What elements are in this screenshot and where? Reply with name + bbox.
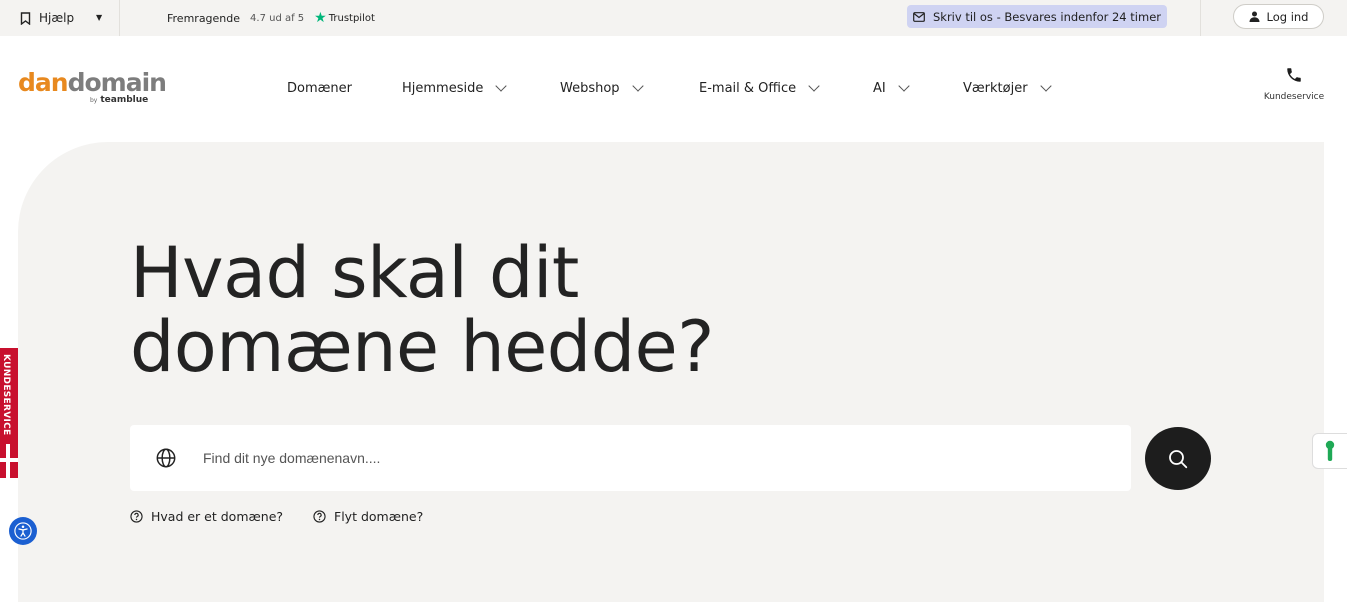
trustpilot-rating[interactable]: Fremragende 4.7 ud af 5 ★ Trustpilot [167, 0, 375, 36]
chevron-down-icon [1039, 80, 1052, 92]
write-us-button[interactable]: Skriv til os - Besvares indenfor 24 time… [907, 5, 1167, 28]
nav-item-hjemmeside[interactable]: Hjemmeside [402, 78, 508, 98]
mail-icon [913, 11, 925, 22]
write-us-label: Skriv til os - Besvares indenfor 24 time… [932, 9, 1161, 24]
help-link-label: Flyt domæne? [334, 509, 424, 524]
login-button[interactable]: Log ind [1233, 4, 1324, 29]
chevron-down-icon [631, 80, 644, 92]
nav-label: Værktøjer [963, 80, 1028, 96]
help-dropdown[interactable]: Hjælp ▼ [0, 0, 120, 36]
question-circle-icon [130, 510, 143, 523]
domain-help-links: Hvad er et domæne? Flyt domæne? [130, 509, 423, 524]
customer-service-link[interactable]: Kundeservice [1262, 66, 1326, 102]
logo-byline: by teamblue [90, 95, 149, 105]
main-navigation: dandomain by teamblue Domæner Hjemmeside … [0, 36, 1347, 142]
nav-item-webshop[interactable]: Webshop [560, 78, 644, 98]
privacy-widget-button[interactable] [1312, 433, 1347, 469]
rating-score: 4.7 ud af 5 [250, 12, 305, 24]
nav-label: AI [873, 80, 886, 96]
nav-item-ai[interactable]: AI [873, 78, 910, 98]
domain-search-input[interactable] [203, 450, 1103, 466]
customer-service-side-tab[interactable]: KUNDESERVICE [0, 348, 18, 478]
search-button[interactable] [1145, 427, 1211, 490]
question-circle-icon [313, 510, 326, 523]
danish-flag-icon [0, 444, 18, 478]
what-is-domain-link[interactable]: Hvad er et domæne? [130, 509, 283, 524]
help-link-label: Hvad er et domæne? [151, 509, 284, 524]
help-label: Hjælp [39, 11, 75, 25]
login-label: Log ind [1266, 9, 1309, 24]
user-icon [1249, 11, 1259, 22]
caret-down-icon: ▼ [96, 13, 103, 22]
nav-label: Hjemmeside [402, 80, 484, 96]
accessibility-button[interactable] [9, 517, 37, 545]
accessibility-icon [14, 522, 32, 540]
nav-item-domaener[interactable]: Domæner [287, 78, 352, 98]
phone-icon [1287, 68, 1301, 82]
rating-label: Fremragende [167, 11, 241, 25]
trustpilot-logo: ★ Trustpilot [314, 11, 375, 25]
nav-label: E-mail & Office [699, 80, 797, 96]
nav-item-email-office[interactable]: E-mail & Office [699, 78, 820, 98]
headline-line-2: domæne hedde? [130, 306, 714, 388]
search-icon [1169, 449, 1188, 468]
nav-label: Webshop [560, 80, 620, 96]
bookmark-icon [20, 11, 31, 25]
headline-line-1: Hvad skal dit [130, 232, 579, 314]
chevron-down-icon [808, 80, 820, 92]
domain-search-box [130, 425, 1131, 491]
globe-icon [156, 448, 176, 468]
nav-item-vaerktoejer[interactable]: Værktøjer [963, 78, 1052, 98]
side-tab-label: KUNDESERVICE [1, 354, 11, 436]
keyhole-icon [1325, 440, 1335, 461]
topbar-divider [1200, 0, 1201, 36]
chevron-down-icon [898, 80, 910, 92]
logo-wordmark: dandomain [18, 68, 167, 97]
support-label: Kundeservice [1263, 92, 1325, 102]
top-utility-bar: Hjælp ▼ Fremragende 4.7 ud af 5 ★ Trustp… [0, 0, 1347, 36]
nav-label: Domæner [287, 80, 352, 96]
dandomain-logo[interactable]: dandomain by teamblue [18, 68, 167, 110]
trustpilot-label: Trustpilot [328, 12, 375, 24]
hero-section: Hvad skal dit domæne hedde? Hvad er et d… [18, 142, 1324, 602]
chevron-down-icon [495, 80, 508, 92]
transfer-domain-link[interactable]: Flyt domæne? [313, 509, 423, 524]
star-icon: ★ [314, 10, 327, 26]
hero-headline: Hvad skal dit domæne hedde? [130, 236, 714, 384]
